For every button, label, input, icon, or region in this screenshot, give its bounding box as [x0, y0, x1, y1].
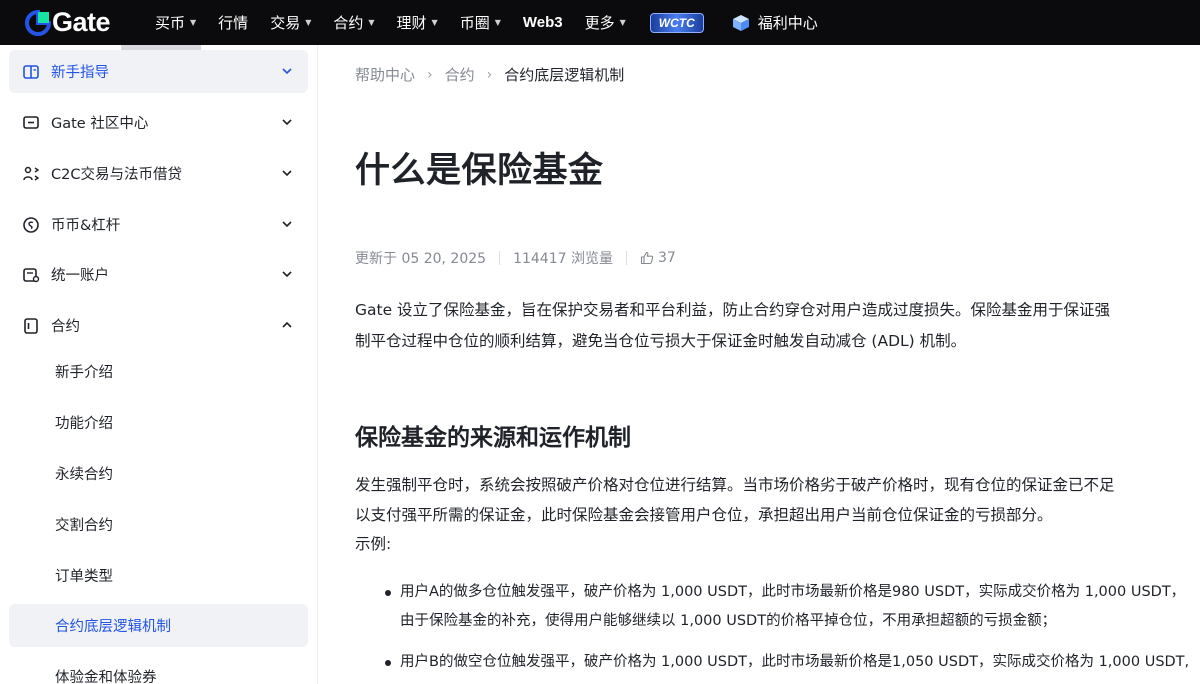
chevron-down-icon: ▼ [190, 18, 197, 27]
sidebar-item-beginner-guide[interactable]: 新手指导 [9, 50, 308, 93]
gate-logo[interactable]: Gate [25, 0, 145, 45]
sidebar-item-c2c[interactable]: C2C交易与法币借贷 [9, 152, 308, 195]
gate-logo-icon [25, 9, 51, 36]
nav-trade[interactable]: 交易 ▼ [270, 0, 311, 45]
section-heading: 保险基金的来源和运作机制 [355, 425, 631, 451]
coin-icon [21, 215, 41, 235]
bullet-dot [385, 660, 391, 666]
users-swap-icon [21, 164, 41, 184]
paragraph-line: 以支付强平所需的保证金，此时保险基金会接管用户仓位，承担超出用户当前仓位保证金的… [355, 506, 1053, 524]
sidebar-item-label: 统一账户 [51, 268, 109, 284]
sidebar-item-label: 合约 [51, 319, 80, 335]
wctc-badge: WCTC [649, 12, 704, 33]
nav-more[interactable]: 更多 ▼ [585, 0, 626, 45]
chevron-down-icon [282, 68, 292, 75]
sidebar-subitem-delivery[interactable]: 交割合约 [9, 503, 308, 546]
meta-divider [499, 251, 501, 265]
breadcrumb-help-center[interactable]: 帮助中心 [355, 64, 415, 85]
sidebar-item-spot-margin[interactable]: 币币&杠杆 [9, 203, 308, 246]
nav-markets[interactable]: 行情 [218, 0, 248, 45]
thumbs-up-icon [640, 251, 654, 265]
like-button[interactable]: 37 [640, 250, 676, 266]
breadcrumb: 帮助中心 › 合约 › 合约底层逻辑机制 [355, 64, 624, 85]
book-icon [21, 62, 41, 82]
paragraph-line: Gate 设立了保险基金，旨在保护交易者和平台利益，防止合约穿仓对用户造成过度损… [355, 301, 1111, 319]
view-count: 114417 浏览量 [513, 251, 613, 267]
document-icon [21, 316, 41, 336]
nav-web3[interactable]: Web3 [523, 0, 563, 45]
sidebar-item-community[interactable]: Gate 社区中心 [9, 101, 308, 144]
sidebar-subitem-beginner-intro[interactable]: 新手介绍 [9, 350, 308, 393]
sidebar-subitem-perpetual[interactable]: 永续合约 [9, 452, 308, 495]
sidebar-item-unified-account[interactable]: 统一账户 [9, 253, 308, 296]
gate-logo-text: Gate [52, 7, 111, 37]
chevron-down-icon [282, 170, 292, 177]
bullet-dot [385, 590, 391, 596]
chat-icon [21, 113, 41, 133]
intro-paragraph: Gate 设立了保险基金，旨在保护交易者和平台利益，防止合约穿仓对用户造成过度损… [355, 295, 1185, 357]
sidebar-item-label: 币币&杠杆 [51, 218, 121, 234]
chevron-down-icon [282, 119, 292, 126]
main-nav: 买币 ▼ 行情 交易 ▼ 合约 ▼ 理财 ▼ 币圈 ▼ Web3 更多 ▼ WCTC 福利中… [145, 0, 818, 45]
like-count: 37 [657, 250, 676, 266]
nav-earn[interactable]: 理财 ▼ [397, 0, 438, 45]
chevron-down-icon: ▼ [619, 18, 626, 27]
chevron-down-icon [282, 271, 292, 278]
nav-buy-crypto[interactable]: 买币 ▼ [155, 0, 196, 45]
nav-wctc[interactable]: WCTC [649, 0, 704, 45]
list-item: 用户A的做多仓位触发强平，破产价格为 1,000 USDT，此时市场最新价格是9… [355, 578, 1190, 636]
nav-square[interactable]: 币圈 ▼ [460, 0, 501, 45]
page-title: 什么是保险基金 [355, 151, 604, 191]
chevron-down-icon: ▼ [305, 18, 312, 27]
paragraph-line: 制平仓过程中仓位的顺利结算，避免当仓位亏损大于保证金时触发自动减仓 (ADL) … [355, 332, 967, 350]
chevron-down-icon: ▼ [431, 18, 438, 27]
sidebar-subitem-order-types[interactable]: 订单类型 [9, 554, 308, 597]
sidebar-item-label: Gate 社区中心 [51, 116, 149, 132]
section-paragraph: 发生强制平仓时，系统会按照破产价格对仓位进行结算。当市场价格劣于破产价格时，现有… [355, 470, 1185, 557]
meta-divider [625, 251, 627, 265]
sidebar: 新手指导 Gate 社区中心 C2C交易与法币借贷 币币&杠杆 统一账户 合约 [0, 45, 318, 684]
breadcrumb-futures[interactable]: 合约 [445, 64, 475, 85]
breadcrumb-current: 合约底层逻辑机制 [504, 66, 625, 84]
sidebar-subitem-underlying-mechanism[interactable]: 合约底层逻辑机制 [9, 604, 308, 647]
chevron-down-icon [282, 221, 292, 228]
chevron-up-icon [282, 321, 292, 328]
gift-box-icon [732, 14, 749, 31]
chevron-right-icon: › [486, 66, 493, 83]
paragraph-line: 发生强制平仓时，系统会按照破产价格对仓位进行结算。当市场价格劣于破产价格时，现有… [355, 476, 1115, 494]
sidebar-item-label: 新手指导 [51, 65, 109, 81]
sidebar-subitem-trial-funds[interactable]: 体验金和体验券 [9, 655, 308, 684]
sidebar-item-label: C2C交易与法币借贷 [51, 167, 182, 183]
sidebar-subitem-features[interactable]: 功能介绍 [9, 401, 308, 444]
top-nav-bar: Gate 买币 ▼ 行情 交易 ▼ 合约 ▼ 理财 ▼ 币圈 ▼ Web3 更多 ▼ WCT… [0, 0, 1200, 45]
chevron-down-icon: ▼ [494, 18, 501, 27]
list-item: 用户B的做空仓位触发强平，破产价格为 1,000 USDT，此时市场最新价格是1… [355, 648, 1190, 677]
article-meta: 更新于 05 20, 2025 114417 浏览量 37 [355, 248, 676, 268]
nav-rewards-center[interactable]: 福利中心 [732, 0, 818, 45]
chevron-right-icon: › [427, 66, 433, 83]
example-list: 用户A的做多仓位触发强平，破产价格为 1,000 USDT，此时市场最新价格是9… [355, 578, 1190, 677]
sidebar-item-futures[interactable]: 合约 [9, 304, 308, 347]
nav-futures[interactable]: 合约 ▼ [333, 0, 374, 45]
account-icon [21, 265, 41, 285]
updated-date: 更新于 05 20, 2025 [355, 251, 487, 267]
example-label: 示例: [355, 535, 392, 553]
chevron-down-icon: ▼ [368, 18, 375, 27]
